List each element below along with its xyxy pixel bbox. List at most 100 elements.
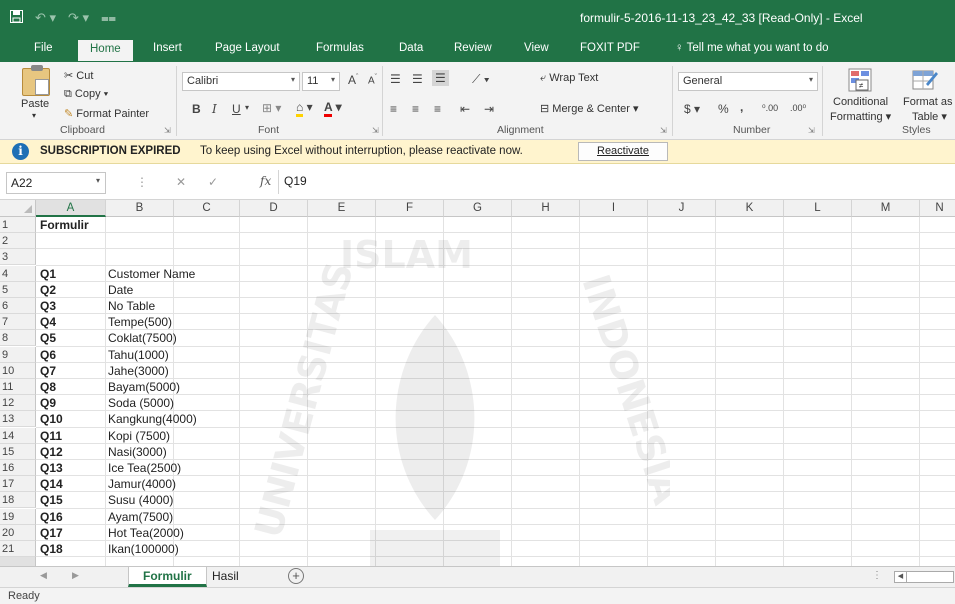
column-header-g[interactable]: G	[444, 200, 512, 217]
cell-b[interactable]: Hot Tea(2000)	[108, 525, 184, 541]
cell-a[interactable]: Q16	[40, 509, 63, 525]
tab-insert[interactable]: Insert	[153, 42, 182, 54]
align-right-icon[interactable]: ≡	[434, 102, 441, 116]
column-header-b[interactable]: B	[106, 200, 174, 217]
font-color-icon[interactable]: A ▾	[324, 100, 342, 117]
accounting-format-button[interactable]: $ ▾	[684, 102, 700, 116]
row-header[interactable]: 2	[0, 233, 36, 250]
row-header[interactable]: 21	[0, 541, 36, 557]
column-header-c[interactable]: C	[174, 200, 240, 217]
decrease-indent-icon[interactable]: ⇤	[460, 102, 470, 116]
cut-button[interactable]: ✂ Cut	[64, 69, 93, 82]
tell-me-box[interactable]: ♀ Tell me what you want to do	[675, 42, 829, 54]
row-header[interactable]: 4	[0, 265, 36, 282]
row-header[interactable]: 9	[0, 346, 36, 363]
cell-a[interactable]: Q7	[40, 363, 56, 379]
paste-button[interactable]: Paste	[21, 98, 49, 110]
sheet-tab-formulir[interactable]: Formulir	[128, 567, 207, 587]
column-header-m[interactable]: M	[852, 200, 920, 217]
cell-b[interactable]: Jahe(3000)	[108, 363, 169, 379]
enter-icon[interactable]: ✓	[208, 175, 218, 189]
row-header[interactable]: 7	[0, 314, 36, 331]
row-header[interactable]: 11	[0, 379, 36, 395]
worksheet-grid[interactable]: ABCDEFGHIJKLMN 1 Formulir 2 3 4 Q1 Customer Na…	[0, 200, 955, 566]
font-name-combo[interactable]: Calibri ▾	[182, 72, 300, 91]
tab-foxit-pdf[interactable]: FOXIT PDF	[580, 42, 640, 54]
cell-b[interactable]: Soda (5000)	[108, 395, 174, 411]
chevron-down-icon[interactable]: ▾	[245, 103, 249, 112]
add-sheet-icon[interactable]: +	[288, 568, 304, 584]
column-header-l[interactable]: L	[784, 200, 852, 217]
row-header[interactable]: 15	[0, 443, 36, 460]
wrap-text-button[interactable]: ⤶ Wrap Text	[540, 72, 598, 85]
row-header[interactable]: 1	[0, 217, 36, 233]
conditional-formatting-button-line2[interactable]: Formatting ▾	[830, 110, 891, 123]
cell-a[interactable]: Q5	[40, 330, 56, 346]
comma-style-button[interactable]: ,	[740, 100, 743, 114]
tab-page-layout[interactable]: Page Layout	[215, 42, 280, 54]
row-header[interactable]: 13	[0, 411, 36, 428]
cell-b[interactable]: Kangkung(4000)	[108, 411, 197, 427]
cell-a[interactable]: Q12	[40, 444, 63, 460]
formula-input[interactable]: Q19	[284, 174, 307, 188]
copy-button[interactable]: ⧉ Copy ▾	[64, 88, 108, 101]
cell-a[interactable]: Q6	[40, 347, 56, 363]
paste-dropdown-icon[interactable]: ▾	[32, 111, 36, 120]
scroll-right-icon[interactable]: ▶	[72, 570, 79, 581]
save-icon[interactable]	[10, 10, 23, 26]
cell-a[interactable]: Q8	[40, 379, 56, 395]
underline-button[interactable]: U	[232, 102, 241, 116]
row-header[interactable]: 18	[0, 492, 36, 509]
cell-b[interactable]: Jamur(4000)	[108, 476, 176, 492]
row-header[interactable]: 6	[0, 298, 36, 314]
cell-a[interactable]: Q18	[40, 541, 63, 557]
row-header[interactable]: 16	[0, 460, 36, 476]
paste-icon[interactable]	[22, 65, 50, 96]
column-header-k[interactable]: K	[716, 200, 784, 217]
cell-a[interactable]: Q3	[40, 298, 56, 314]
cell-b[interactable]: Customer Name	[108, 266, 195, 282]
cell-b[interactable]: Ayam(7500)	[108, 509, 173, 525]
tab-data[interactable]: Data	[399, 42, 423, 54]
row-header[interactable]: 20	[0, 524, 36, 541]
alignment-launcher-icon[interactable]: ⇲	[660, 126, 667, 135]
format-as-table-button[interactable]: Format as	[903, 96, 953, 108]
cell-a[interactable]: Q11	[40, 428, 62, 444]
align-center-icon[interactable]: ≡	[412, 102, 419, 116]
scroll-left-icon[interactable]: ◀	[895, 572, 907, 582]
cell-b[interactable]: Date	[108, 282, 133, 298]
align-middle-icon[interactable]: ☰	[412, 72, 423, 86]
borders-icon[interactable]: ⊞ ▾	[262, 101, 281, 115]
align-left-icon[interactable]: ≡	[390, 102, 397, 116]
conditional-formatting-button[interactable]: Conditional	[833, 96, 888, 108]
tab-formulas[interactable]: Formulas	[316, 42, 364, 54]
cell-a[interactable]: Q10	[40, 411, 63, 427]
font-launcher-icon[interactable]: ⇲	[372, 126, 379, 135]
cell-b[interactable]: Coklat(7500)	[108, 330, 177, 346]
name-box[interactable]: A22 ▾	[6, 172, 106, 194]
cell-a[interactable]: Q2	[40, 282, 56, 298]
grow-font-icon[interactable]: Aˆ	[348, 73, 358, 87]
align-bottom-icon[interactable]: ☰	[432, 70, 449, 86]
cell-b[interactable]: No Table	[108, 298, 155, 314]
insert-function-button[interactable]: fx	[260, 174, 271, 188]
cell-b[interactable]: Nasi(3000)	[108, 444, 167, 460]
reactivate-button[interactable]: Reactivate	[578, 142, 668, 161]
conditional-formatting-icon[interactable]: ≠	[848, 68, 872, 95]
italic-button[interactable]: I	[212, 102, 217, 116]
clipboard-launcher-icon[interactable]: ⇲	[164, 126, 171, 135]
merge-center-button[interactable]: ⊟ Merge & Center ▾	[540, 102, 639, 115]
cell-b[interactable]: Ikan(100000)	[108, 541, 179, 557]
row-header[interactable]: 17	[0, 476, 36, 493]
column-header-j[interactable]: J	[648, 200, 716, 217]
format-painter-button[interactable]: ✎ Format Painter	[64, 107, 149, 120]
bold-button[interactable]: B	[192, 102, 201, 116]
redo-icon[interactable]: ↷ ▾	[68, 10, 89, 26]
fill-color-icon[interactable]: ⌂ ▾	[296, 100, 313, 117]
row-header[interactable]: 14	[0, 427, 36, 444]
cell-a[interactable]: Formulir	[40, 217, 89, 233]
cell-a[interactable]: Q4	[40, 314, 56, 330]
format-as-table-icon[interactable]	[912, 68, 938, 95]
cell-a[interactable]: Q14	[40, 476, 63, 492]
orientation-icon[interactable]: ⟋ ▾	[472, 72, 490, 87]
